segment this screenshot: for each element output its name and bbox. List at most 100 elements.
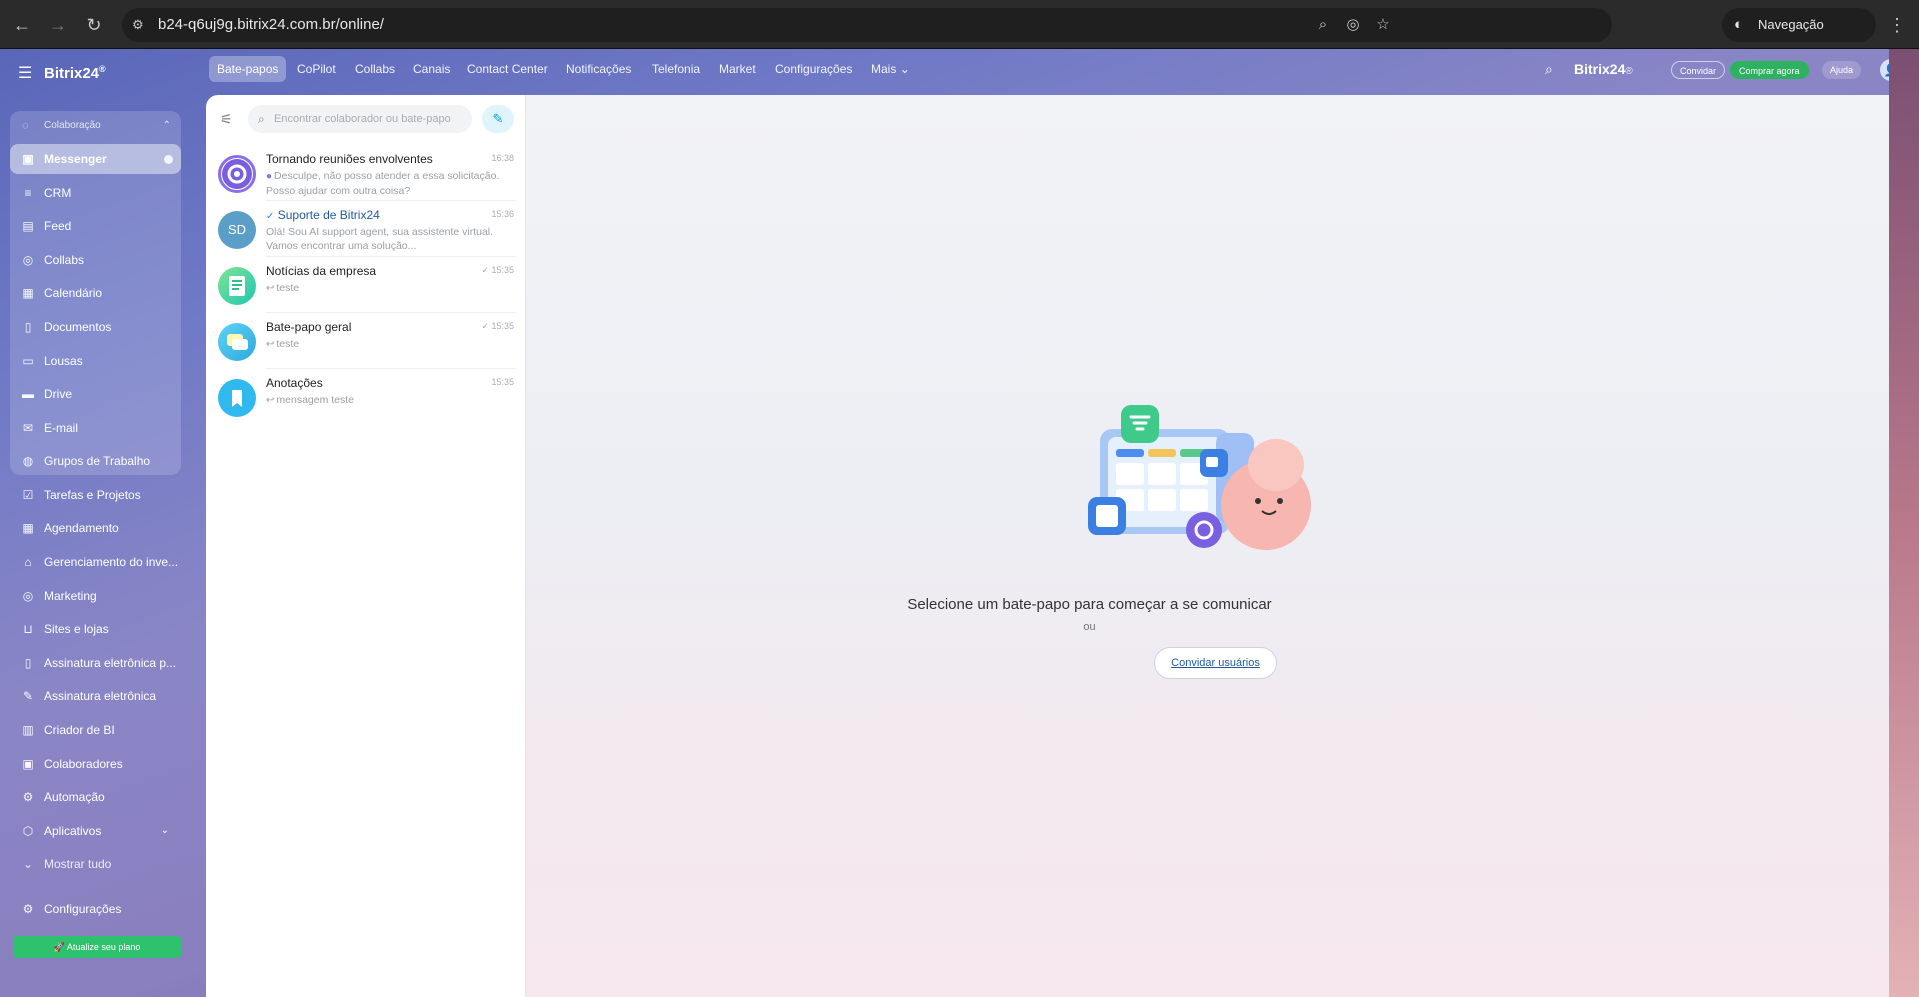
boards-icon: ▭ bbox=[22, 354, 34, 368]
new-chat-button[interactable]: ✎ bbox=[482, 105, 514, 133]
help-button[interactable]: Ajuda bbox=[1822, 61, 1862, 79]
chat-title: Bate-papo geral bbox=[266, 320, 352, 334]
tab-contact-center[interactable]: Contact Center bbox=[459, 56, 556, 82]
upgrade-plan-button[interactable]: 🚀 Atualize seu plano bbox=[13, 936, 181, 958]
feed-icon: ▤ bbox=[22, 219, 34, 233]
sidebar-item-workgroups[interactable]: ◍ Grupos de Trabalho bbox=[10, 446, 181, 476]
eye-off-icon[interactable]: ◎ bbox=[1344, 16, 1362, 34]
settings-dot[interactable] bbox=[164, 155, 173, 164]
sign2-icon: ✎ bbox=[22, 689, 34, 703]
marketing-icon: ◎ bbox=[22, 589, 34, 603]
browser-menu-icon[interactable]: ⋮ bbox=[1888, 13, 1906, 37]
chat-item[interactable]: Notícias da empresa ✓ 15:35 ↩ teste bbox=[206, 257, 526, 313]
sidebar-item-inventory[interactable]: ⌂ Gerenciamento do inve... bbox=[10, 547, 181, 577]
tab-collabs[interactable]: Collabs bbox=[347, 56, 403, 82]
site-info-icon[interactable]: ⚙ bbox=[132, 17, 148, 33]
sidebar-item-automation[interactable]: ⚙ Automação bbox=[10, 782, 181, 812]
tab-channels[interactable]: Canais bbox=[405, 56, 458, 82]
sidebar-item-documents[interactable]: ▯ Documentos bbox=[10, 312, 181, 342]
general-chat-avatar bbox=[218, 323, 256, 361]
sidebar-item-boards[interactable]: ▭ Lousas bbox=[10, 346, 181, 376]
tab-settings[interactable]: Configurações bbox=[767, 56, 860, 82]
tab-more[interactable]: Mais ⌄ bbox=[863, 56, 918, 82]
tab-market[interactable]: Market bbox=[711, 56, 764, 82]
chevron-up-icon[interactable]: ⌃ bbox=[163, 114, 171, 138]
browser-toolbar: ← → ↻ ⚙ b24-q6uj9g.bitrix24.com.br/onlin… bbox=[0, 0, 1919, 66]
invite-users-button[interactable]: Convidar usuários bbox=[1154, 647, 1277, 679]
chat-time: 15:36 bbox=[491, 209, 514, 219]
compose-icon: ✎ bbox=[492, 111, 504, 126]
sidebar-item-drive[interactable]: ▬ Drive bbox=[10, 379, 181, 409]
top-brand: Bitrix24® bbox=[1574, 61, 1633, 77]
tab-telephony[interactable]: Telefonia bbox=[644, 56, 708, 82]
menu-icon[interactable]: ☰ bbox=[18, 63, 32, 83]
sidebar-item-settings[interactable]: ⚙ Configurações bbox=[10, 894, 181, 924]
tasks-icon: ☑ bbox=[22, 488, 34, 502]
star-icon[interactable]: ☆ bbox=[1374, 16, 1392, 34]
drive-icon: ▬ bbox=[22, 387, 34, 401]
verified-icon: ✓ bbox=[266, 211, 275, 222]
sidebar-item-esign[interactable]: ✎ Assinatura eletrônica bbox=[10, 681, 181, 711]
crm-icon: ≡ bbox=[24, 186, 32, 200]
chat-item[interactable]: SD ✓ Suporte de Bitrix24 15:36 Olá! Sou … bbox=[206, 201, 526, 257]
tab-copilot[interactable]: CoPilot bbox=[289, 56, 344, 82]
sidebar-item-marketing[interactable]: ◎ Marketing bbox=[10, 581, 181, 611]
search-icon: ⌕ bbox=[258, 112, 265, 126]
bitrix-app: ☰ Bitrix24® ◌ Colaboração ⌃ ▣ Messenger ≡… bbox=[0, 49, 1919, 997]
address-bar[interactable]: ⚙ b24-q6uj9g.bitrix24.com.br/online/ ⌕ ◎… bbox=[122, 8, 1612, 42]
workgroups-icon: ◍ bbox=[22, 454, 34, 468]
sidebar-item-tasks[interactable]: ☑ Tarefas e Projetos bbox=[10, 480, 181, 510]
incognito-icon: ◐ bbox=[1734, 16, 1744, 33]
support-avatar: SD bbox=[218, 211, 256, 249]
buy-now-button[interactable]: Comprar agora bbox=[1730, 61, 1809, 79]
sidebar-item-bi[interactable]: ▥ Criador de BI bbox=[10, 715, 181, 745]
sidebar-item-shop[interactable]: ⊔ Sites e lojas bbox=[10, 614, 181, 644]
url-text[interactable]: b24-q6uj9g.bitrix24.com.br/online/ bbox=[158, 16, 384, 33]
copilot-avatar bbox=[218, 155, 256, 193]
messenger-icon: ▣ bbox=[22, 152, 34, 166]
chevron-down-icon: ⌄ bbox=[899, 62, 910, 76]
sidebar-item-feed[interactable]: ▤ Feed bbox=[10, 211, 181, 241]
sidebar-item-calendar[interactable]: ▦ Calendário bbox=[10, 278, 181, 308]
chevron-down-icon: ⌄ bbox=[160, 825, 169, 836]
search-icon[interactable]: ⌕ bbox=[1545, 61, 1553, 78]
sidebar-item-esign-p[interactable]: ▯ Assinatura eletrônica p... bbox=[10, 648, 181, 678]
tab-chats[interactable]: Bate-papos bbox=[209, 56, 287, 82]
sidebar-item-messenger[interactable]: ▣ Messenger bbox=[10, 144, 181, 174]
messenger-illustration bbox=[1088, 405, 1311, 550]
sidebar-item-booking[interactable]: ▦ Agendamento bbox=[10, 513, 181, 543]
chat-time: ✓ 15:35 bbox=[481, 265, 514, 275]
chat-item[interactable]: Tornando reuniões envolventes 16:38 ● Des… bbox=[206, 145, 526, 201]
chat-time: 15:35 bbox=[491, 377, 514, 387]
chat-title: Notícias da empresa bbox=[266, 264, 377, 278]
left-sidebar: ☰ Bitrix24® ◌ Colaboração ⌃ ▣ Messenger ≡… bbox=[0, 49, 192, 997]
user-avatar[interactable]: 👤 bbox=[1880, 59, 1902, 81]
booking-icon: ▦ bbox=[22, 521, 34, 535]
chat-item[interactable]: Anotações 15:35 ↩ mensagem teste bbox=[206, 369, 526, 425]
incognito-badge[interactable]: ◐ Navegação anônima bbox=[1722, 8, 1876, 66]
gear-icon: ⚙ bbox=[22, 902, 34, 916]
reload-icon[interactable]: ↻ bbox=[82, 13, 106, 37]
chat-preview: ↩ mensagem teste bbox=[266, 394, 355, 406]
automation-icon: ⚙ bbox=[22, 790, 34, 804]
sidebar-item-email[interactable]: ✉ E-mail bbox=[10, 413, 181, 443]
sidebar-show-all[interactable]: ⌄ Mostrar tudo bbox=[10, 849, 181, 879]
filter-icon[interactable]: ⚟ bbox=[220, 111, 233, 128]
inventory-icon: ⌂ bbox=[24, 555, 32, 569]
sidebar-item-apps[interactable]: ⬡ Aplicativos ⌄ bbox=[10, 816, 181, 846]
select-chat-message: Selecione um bate-papo para começar a se… bbox=[907, 596, 1272, 613]
back-icon[interactable]: ← bbox=[10, 13, 34, 37]
group-title[interactable]: ◌ Colaboração ⌃ bbox=[10, 114, 181, 138]
email-icon: ✉ bbox=[22, 421, 34, 435]
sidebar-item-collabs[interactable]: ◎ Collabs bbox=[10, 245, 181, 275]
forward-icon[interactable]: → bbox=[46, 13, 70, 37]
sidebar-logo[interactable]: Bitrix24® bbox=[44, 64, 106, 82]
sidebar-item-crm[interactable]: ≡ CRM bbox=[10, 178, 181, 208]
search-input[interactable]: ⌕ Encontrar colaborador ou bate-papo bbox=[248, 105, 472, 133]
search-placeholder: Encontrar colaborador ou bate-papo bbox=[274, 113, 451, 125]
sidebar-item-employees[interactable]: ▣ Colaboradores bbox=[10, 749, 181, 779]
zoom-icon[interactable]: ⌕ bbox=[1314, 16, 1332, 34]
tab-notifications[interactable]: Notificações bbox=[558, 56, 639, 82]
chat-item[interactable]: Bate-papo geral ✓ 15:35 ↩ teste bbox=[206, 313, 526, 369]
invite-button[interactable]: Convidar bbox=[1671, 61, 1726, 79]
